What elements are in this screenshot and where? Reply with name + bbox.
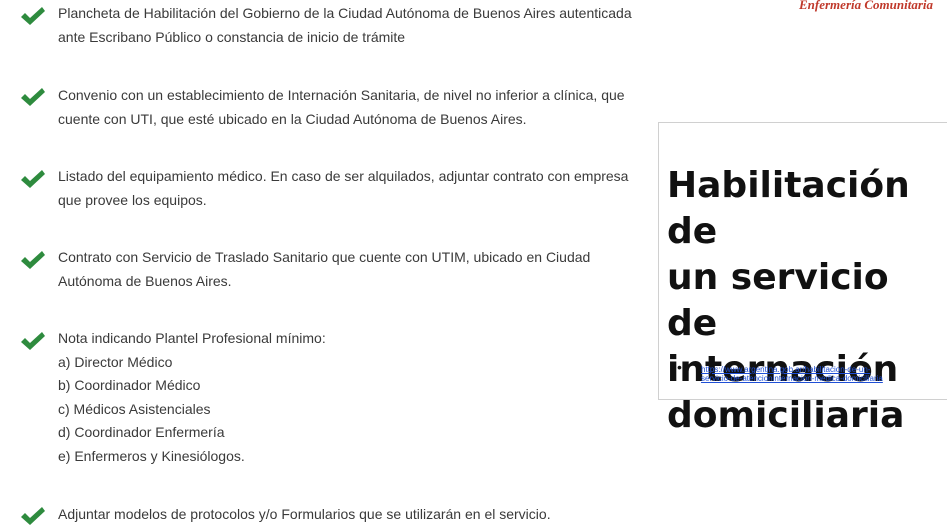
requirement-line: Convenio con un establecimiento de Inter…	[58, 87, 625, 103]
source-link-line[interactable]: https://www.argentina.gob.ar/habilitacio…	[701, 365, 941, 374]
requirement-line: Nota indicando Plantel Profesional mínim…	[58, 330, 326, 346]
staff-list-item: b) Coordinador Médico	[58, 377, 201, 393]
title-line: un servicio de	[667, 257, 889, 344]
staff-list-item: e) Enfermeros y Kinesiólogos.	[58, 447, 245, 464]
requirement-text: Nota indicando Plantel Profesional mínim…	[58, 327, 658, 468]
check-icon	[20, 169, 46, 189]
staff-list-item: c) Médicos Asistenciales	[58, 400, 211, 417]
requirement-line: Autónoma de Buenos Aires.	[58, 272, 232, 289]
requirement-line: Listado del equipamiento médico. En caso…	[58, 168, 629, 184]
staff-list: a) Director Médico b) Coordinador Médico…	[58, 351, 658, 469]
check-icon	[20, 6, 46, 26]
staff-list-item: a) Director Médico	[58, 353, 173, 370]
requirement-line: Plancheta de Habilitación del Gobierno d…	[58, 5, 632, 21]
staff-list-item: d) Coordinador Enfermería	[58, 424, 225, 440]
check-icon	[20, 87, 46, 107]
requirement-text: Listado del equipamiento médico. En caso…	[58, 165, 658, 212]
requirement-text: Contrato con Servicio de Traslado Sanita…	[58, 246, 658, 293]
requirement-line: Adjuntar modelos de protocolos y/o Formu…	[58, 506, 551, 522]
check-icon	[20, 331, 46, 351]
title-panel: Habilitación de un servicio de internaci…	[658, 122, 947, 436]
title-line: Habilitación de	[667, 165, 910, 252]
requirement-line: que provee los equipos.	[58, 191, 207, 208]
requirement-text: Convenio con un establecimiento de Inter…	[58, 84, 658, 131]
check-icon	[20, 506, 46, 526]
source-link[interactable]: https://www.argentina.gob.ar/habilitacio…	[701, 365, 941, 383]
requirement-text: Plancheta de Habilitación del Gobierno d…	[58, 2, 658, 49]
brand-logo-text: Enfermería Comunitaria	[799, 0, 933, 12]
bullet-icon: •	[677, 359, 682, 375]
title-line: domiciliaria	[667, 395, 905, 436]
requirement-text: Adjuntar modelos de protocolos y/o Formu…	[58, 503, 658, 527]
requirement-line: ante Escribano Público o constancia de i…	[58, 28, 406, 45]
check-icon	[20, 250, 46, 270]
page-title: Habilitación de un servicio de internaci…	[667, 163, 947, 439]
requirement-line: Contrato con Servicio de Traslado Sanita…	[58, 249, 591, 265]
source-link-line[interactable]: servicio-de-atencioninternacion-medica-d…	[701, 374, 941, 383]
requirement-line: cuente con UTI, que esté ubicado en la C…	[58, 110, 527, 127]
